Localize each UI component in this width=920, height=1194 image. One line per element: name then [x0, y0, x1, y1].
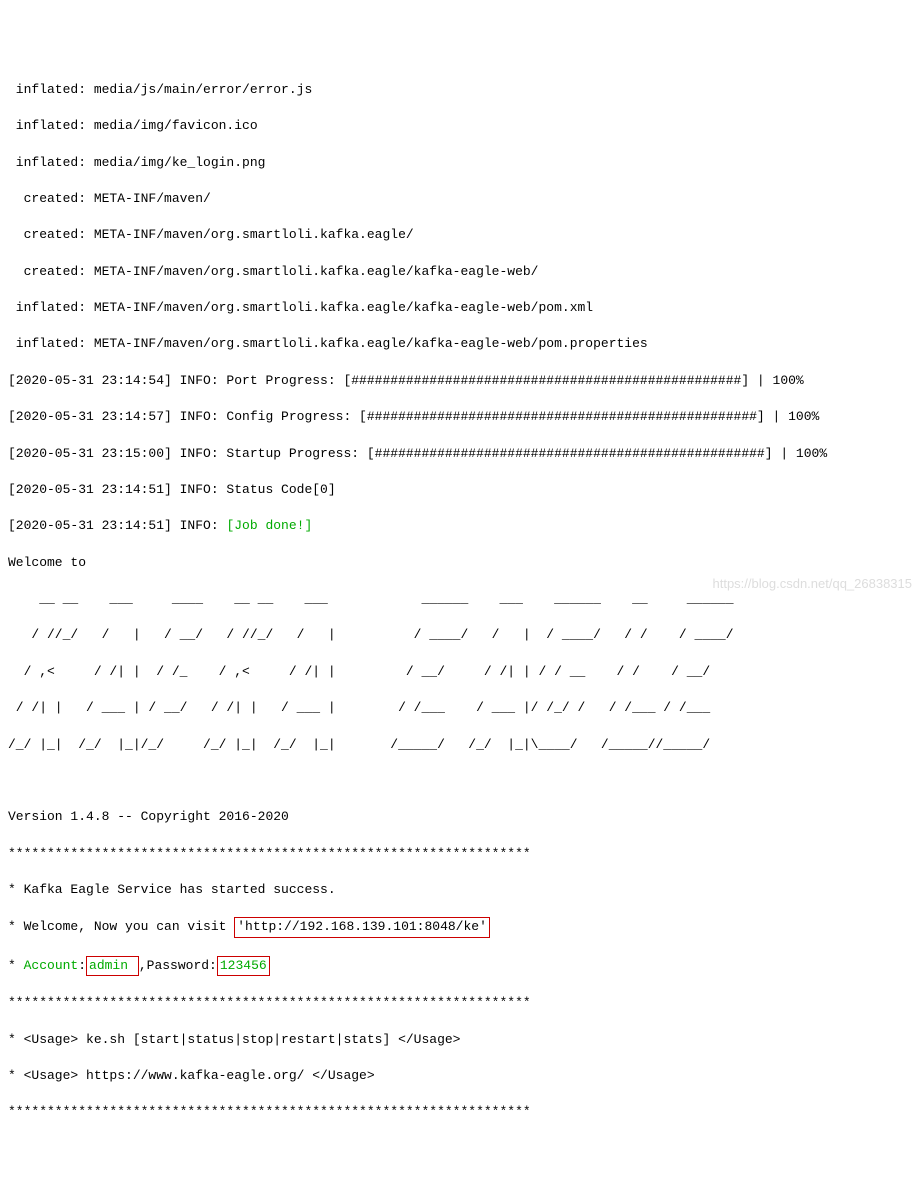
- welcome-text: Welcome to: [8, 554, 912, 572]
- progress-line: [2020-05-31 23:14:54] INFO: Port Progres…: [8, 372, 912, 390]
- account-label: Account: [24, 958, 79, 973]
- log-line: created: META-INF/maven/org.smartloli.ka…: [8, 226, 912, 244]
- log-line: inflated: META-INF/maven/org.smartloli.k…: [8, 299, 912, 317]
- service-started-line: * Kafka Eagle Service has started succes…: [8, 881, 912, 899]
- version-line: Version 1.4.8 -- Copyright 2016-2020: [8, 808, 912, 826]
- log-line: inflated: media/img/favicon.ico: [8, 117, 912, 135]
- cred-colon: :: [78, 958, 86, 973]
- usage-line: * <Usage> ke.sh [start|status|stop|resta…: [8, 1031, 912, 1049]
- visit-line: * Welcome, Now you can visit 'http://192…: [8, 917, 912, 937]
- log-line: created: META-INF/maven/: [8, 190, 912, 208]
- divider-line: ****************************************…: [8, 845, 912, 863]
- job-done-line: [2020-05-31 23:14:51] INFO: [Job done!]: [8, 517, 912, 535]
- log-prefix: [2020-05-31 23:14:51] INFO:: [8, 518, 226, 533]
- visit-url: 'http://192.168.139.101:8048/ke': [234, 917, 490, 937]
- cred-prefix: *: [8, 958, 24, 973]
- usage-line: * <Usage> https://www.kafka-eagle.org/ <…: [8, 1067, 912, 1085]
- ascii-art-line: / //_/ / | / __/ / //_/ / | / ____/ / | …: [8, 626, 912, 644]
- log-line: inflated: META-INF/maven/org.smartloli.k…: [8, 335, 912, 353]
- status-line: [2020-05-31 23:14:51] INFO: Status Code[…: [8, 481, 912, 499]
- password-label: ,Password:: [139, 958, 217, 973]
- divider-line: ****************************************…: [8, 1103, 912, 1121]
- ascii-art-line: / /| | / ___ | / __/ / /| | / ___ | / /_…: [8, 699, 912, 717]
- credentials-line: * Account:admin ,Password:123456: [8, 956, 912, 976]
- account-value: admin: [86, 956, 139, 976]
- divider-line: ****************************************…: [8, 994, 912, 1012]
- ascii-art-line: __ __ ___ ____ __ __ ___ ______ ___ ____…: [8, 590, 912, 608]
- log-line: inflated: media/img/ke_login.png: [8, 154, 912, 172]
- job-done-text: [Job done!]: [226, 518, 312, 533]
- ascii-art-line: /_/ |_| /_/ |_|/_/ /_/ |_| /_/ |_| /____…: [8, 736, 912, 754]
- progress-line: [2020-05-31 23:15:00] INFO: Startup Prog…: [8, 445, 912, 463]
- log-line: inflated: media/js/main/error/error.js: [8, 81, 912, 99]
- log-line: created: META-INF/maven/org.smartloli.ka…: [8, 263, 912, 281]
- password-value: 123456: [217, 956, 270, 976]
- progress-line: [2020-05-31 23:14:57] INFO: Config Progr…: [8, 408, 912, 426]
- ascii-art-line: / ,< / /| | / /_ / ,< / /| | / __/ / /| …: [8, 663, 912, 681]
- visit-prefix: * Welcome, Now you can visit: [8, 919, 234, 934]
